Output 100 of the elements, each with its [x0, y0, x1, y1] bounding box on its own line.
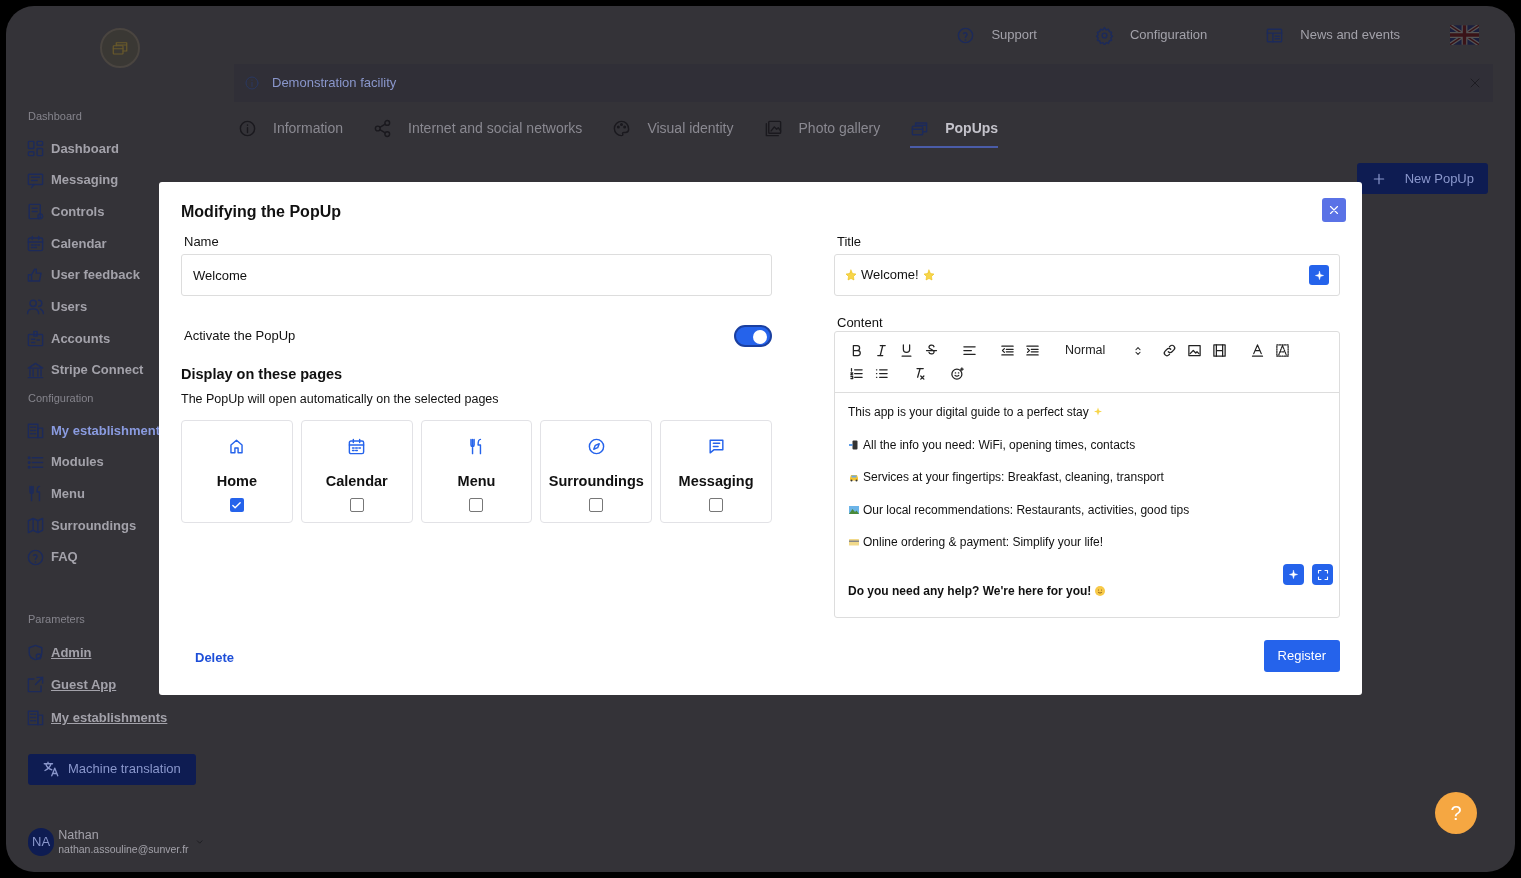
checkbox[interactable]	[229, 498, 244, 513]
thumbs-icon	[26, 265, 45, 285]
sidebar-link[interactable]: Guest App	[51, 675, 117, 695]
new-popup-button[interactable]: New PopUp	[1356, 163, 1488, 194]
outdent-button[interactable]	[999, 342, 1015, 359]
help-icon	[26, 547, 45, 567]
fullscreen-icon	[1316, 568, 1329, 581]
content-line: Services at your fingertips: Breakfast, cleaning, transport	[863, 469, 1164, 486]
user-name: Nathan	[58, 828, 100, 842]
calendar-icon	[347, 436, 367, 456]
sidebar-item[interactable]: Calendar	[26, 227, 107, 260]
external-link-icon	[26, 675, 45, 695]
sidebar-item[interactable]: Modules	[26, 446, 104, 478]
section-label: Configuration	[28, 391, 94, 406]
sidebar-item[interactable]: User feedback	[26, 259, 140, 291]
name-field[interactable]: Welcome	[181, 254, 772, 296]
checkbox[interactable]	[349, 498, 364, 513]
translate-button[interactable]: Machine translation	[28, 753, 196, 785]
message-icon	[706, 436, 726, 456]
delete-link[interactable]: Delete	[195, 647, 235, 667]
section-title: Display on these pages	[181, 365, 344, 384]
grid-icon	[26, 138, 45, 158]
info-icon	[244, 75, 260, 91]
user-email: nathan.assouline@sunver.fr	[58, 842, 189, 856]
translate-icon	[42, 760, 60, 778]
page-label: Surroundings	[548, 471, 644, 491]
dialog-title: Modifying the PopUp	[181, 202, 341, 222]
tab[interactable]: Information	[238, 110, 344, 148]
user-avatar: NA	[28, 828, 55, 856]
checkbox[interactable]	[709, 498, 724, 513]
content-line: Online ordering & payment: Simplify your life!	[863, 534, 1104, 551]
ai-button[interactable]	[1309, 265, 1329, 285]
sidebar-item[interactable]: Accounts	[26, 322, 111, 355]
map-icon	[26, 515, 45, 535]
smiley-icon	[1094, 585, 1107, 597]
fullscreen-button[interactable]	[1312, 564, 1333, 585]
page-label: Messaging	[678, 471, 754, 491]
indent-button[interactable]	[1024, 342, 1040, 359]
sidebar-item[interactable]: Menu	[26, 477, 85, 510]
star-icon	[845, 269, 857, 281]
tab[interactable]: Internet and social networks	[373, 110, 583, 148]
content-line: All the info you need: WiFi, opening times, contacts	[863, 436, 1136, 454]
message-icon	[26, 170, 45, 190]
sidebar-link[interactable]: My establishments	[51, 707, 168, 728]
topbar-link[interactable]: Configuration	[1094, 25, 1208, 45]
star-icon	[922, 269, 935, 281]
sidebar-item[interactable]: FAQ	[26, 541, 78, 573]
checkbox[interactable]	[589, 498, 604, 513]
sort-icon	[1133, 344, 1143, 357]
page-label: Calendar	[325, 471, 388, 491]
highlight-button[interactable]	[1274, 342, 1290, 359]
content-line: Do you need any help? We're here for you!	[848, 583, 1092, 600]
image-button[interactable]	[1186, 342, 1202, 359]
ordered-list-button[interactable]	[848, 365, 864, 382]
sidebar-item[interactable]: My establishment	[26, 414, 161, 447]
page-label: Menu	[457, 471, 496, 491]
page-label: Home	[216, 471, 258, 491]
sidebar-item[interactable]: Dashboard	[26, 132, 119, 165]
tab[interactable]: Visual identity	[612, 110, 734, 148]
section-description: The PopUp will open automatically on the selected pages	[181, 390, 500, 408]
share-icon	[373, 118, 393, 138]
close-button[interactable]	[1322, 198, 1346, 222]
compass-icon	[586, 436, 606, 456]
sidebar-item[interactable]: Stripe Connect	[26, 354, 144, 386]
title-field[interactable]: Welcome!	[834, 254, 1340, 296]
field-label: Content	[837, 314, 884, 331]
emoji-button[interactable]	[949, 365, 965, 382]
banner-text: Demonstration facility	[272, 74, 397, 93]
format-dropdown[interactable]: Normal	[1065, 341, 1143, 360]
checkbox[interactable]	[469, 498, 484, 513]
sidebar-link[interactable]: Admin	[51, 642, 92, 663]
credit-card-icon	[848, 536, 860, 548]
topbar-link[interactable]: News and events	[1265, 25, 1400, 45]
toggle-switch[interactable]	[734, 325, 772, 347]
topbar-link[interactable]: Support	[956, 25, 1037, 45]
video-button[interactable]	[1211, 342, 1227, 359]
section-label: Dashboard	[28, 109, 82, 124]
tab[interactable]: PopUps	[910, 110, 999, 148]
document-icon	[26, 202, 45, 222]
tab[interactable]: Photo gallery	[763, 110, 881, 148]
ai-button[interactable]	[1283, 564, 1304, 585]
sidebar-item[interactable]: Surroundings	[26, 509, 137, 542]
text-color-button[interactable]	[1249, 342, 1265, 359]
sidebar-item[interactable]: Users	[26, 290, 88, 323]
palette-icon	[612, 118, 632, 138]
building-icon	[26, 420, 45, 440]
gallery-icon	[763, 118, 783, 138]
field-label: Title	[837, 233, 863, 250]
sidebar-item[interactable]: Controls	[26, 195, 105, 228]
sparkle-icon	[1313, 269, 1325, 281]
sidebar-item[interactable]: Messaging	[26, 164, 119, 196]
register-button[interactable]: Register	[1263, 640, 1340, 672]
help-icon	[956, 25, 976, 45]
logo	[100, 28, 140, 68]
field-label: Name	[184, 233, 220, 250]
section-label: Parameters	[28, 611, 85, 627]
sparkle-icon	[1288, 569, 1299, 580]
info-icon	[238, 118, 257, 138]
shield-icon	[26, 642, 45, 662]
link-button[interactable]	[1161, 342, 1177, 359]
